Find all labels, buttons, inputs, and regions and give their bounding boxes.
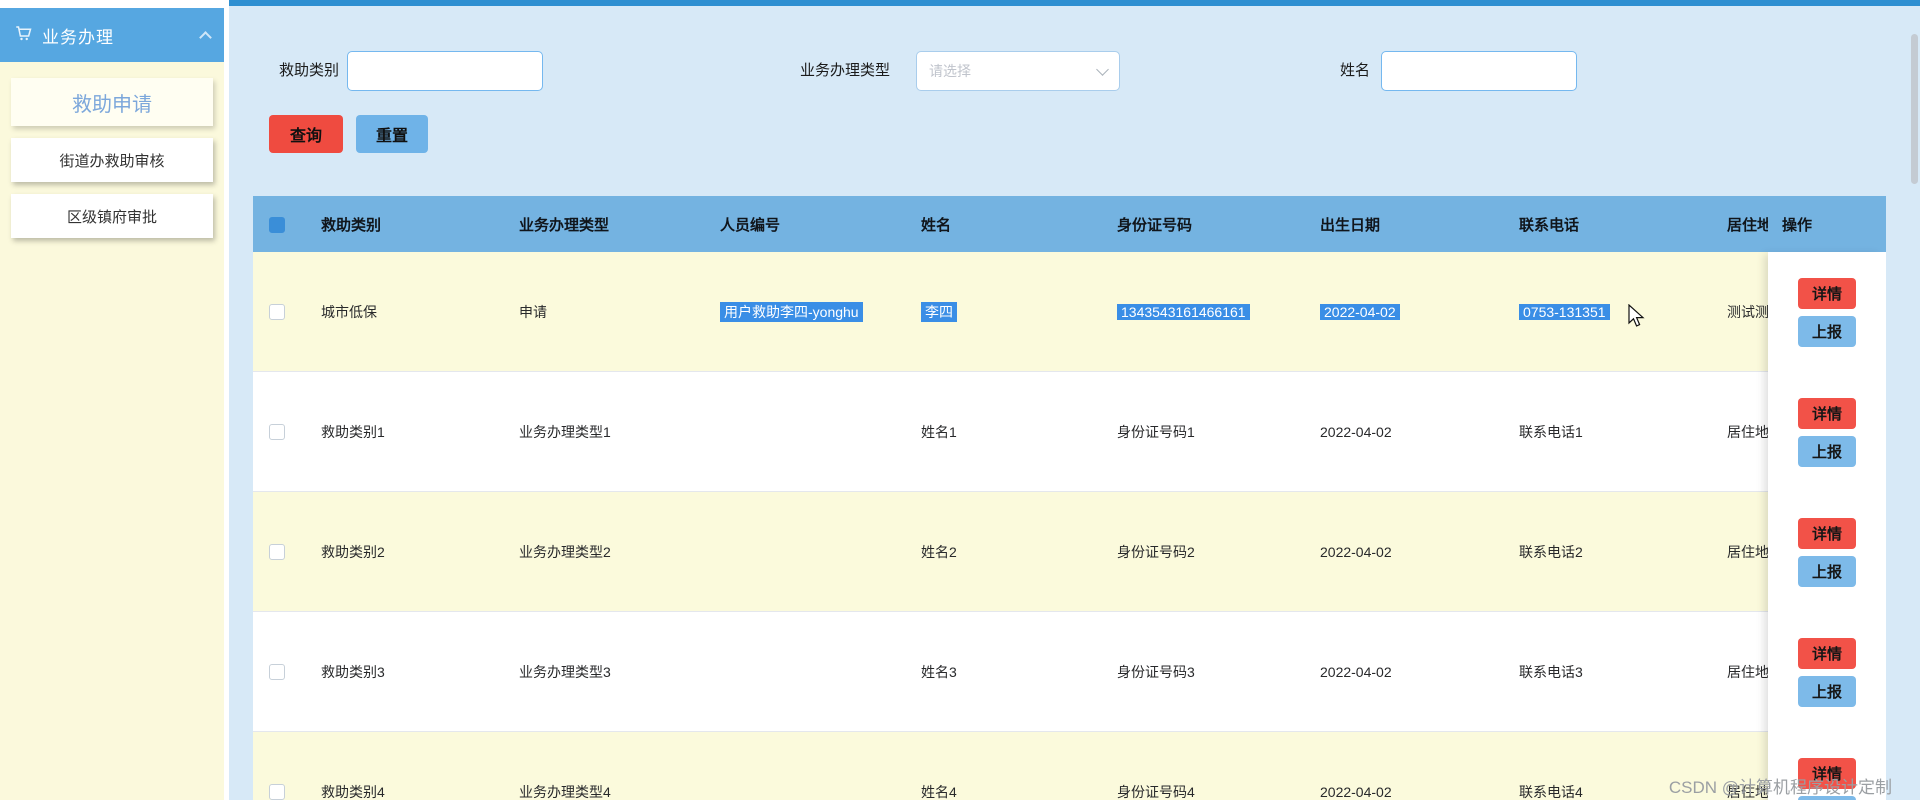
sidebar-menu: 救助申请 街道办救助审核 区级镇府审批 [0, 62, 224, 254]
cell-phone: 联系电话2 [1519, 543, 1583, 560]
column-header-type: 业务办理类型 [519, 216, 610, 234]
cell-type: 业务办理类型3 [519, 663, 611, 680]
table-row: 救助类别3 业务办理类型3 姓名3 身份证号码3 2022-04-02 联系电话… [253, 612, 1886, 732]
sidebar-item-label: 救助申请 [72, 93, 152, 116]
cell-birth-date: 2022-04-02 [1320, 423, 1392, 440]
cell-birth-date: 2022-04-02 [1320, 783, 1392, 800]
cell-person-id: 用户救助李四-yonghu [706, 301, 907, 322]
table-actions-column: 详情 上报 详情 上报 详情 上报 详情 上报 详情 上报 [1768, 252, 1886, 800]
table-row: 救助类别1 业务办理类型1 姓名1 身份证号码1 2022-04-02 联系电话… [253, 372, 1886, 492]
cell-name: 姓名1 [921, 423, 957, 440]
main-content: 救助类别 业务办理类型 请选择 姓名 查询 重置 救助类别 业务办理类型 人员编… [229, 6, 1920, 800]
cell-name: 姓名2 [921, 543, 957, 560]
table-row: 城市低保 申请 用户救助李四-yonghu 李四 134354316146616… [253, 252, 1886, 372]
cell-type: 业务办理类型1 [519, 423, 611, 440]
row-actions: 详情 上报 [1768, 612, 1886, 732]
cell-category: 救助类别4 [321, 783, 385, 800]
row-actions: 详情 上报 [1768, 372, 1886, 492]
sidebar-item-rescue-apply[interactable]: 救助申请 [11, 78, 213, 126]
data-table: 救助类别 业务办理类型 人员编号 姓名 身份证号码 出生日期 联系电话 居住地 … [253, 196, 1886, 800]
detail-button[interactable]: 详情 [1798, 277, 1856, 309]
column-header-name: 姓名 [921, 216, 952, 234]
app-root: 业务办理 救助申请 街道办救助审核 区级镇府审批 救助类别 业务办理类型 请选择… [0, 0, 1920, 800]
report-button[interactable]: 上报 [1798, 555, 1856, 587]
row-checkbox[interactable] [269, 664, 285, 681]
table-row: 救助类别2 业务办理类型2 姓名2 身份证号码2 2022-04-02 联系电话… [253, 492, 1886, 612]
cell-type: 业务办理类型2 [519, 543, 611, 560]
chevron-up-icon [199, 30, 212, 44]
cell-id-number: 身份证号码2 [1117, 543, 1195, 560]
watermark-text: CSDN @计算机程序设计定制 [1668, 778, 1892, 797]
row-checkbox[interactable] [269, 784, 285, 800]
select-placeholder: 请选择 [929, 63, 971, 79]
sidebar-item-district-approval[interactable]: 区级镇府审批 [11, 194, 213, 238]
column-header-phone: 联系电话 [1519, 216, 1580, 234]
table-row: 救助类别4 业务办理类型4 姓名4 身份证号码4 2022-04-02 联系电话… [253, 732, 1886, 800]
cell-id-number: 身份证号码1 [1117, 423, 1195, 440]
row-checkbox[interactable] [269, 424, 285, 441]
column-header-address: 居住地 [1727, 216, 1768, 234]
cell-phone: 0753-131351 [1505, 303, 1713, 320]
report-button[interactable]: 上报 [1798, 315, 1856, 347]
cell-birth-date: 2022-04-02 [1320, 543, 1392, 560]
cell-category: 救助类别2 [321, 543, 385, 560]
sidebar-header-label: 业务办理 [42, 27, 114, 47]
cell-address: 居住地址2 [1727, 543, 1768, 560]
cell-category: 城市低保 [321, 303, 377, 320]
chevron-down-icon [1096, 62, 1109, 76]
cell-type: 申请 [519, 303, 547, 320]
cell-name: 李四 [907, 301, 1103, 322]
column-header-person-id: 人员编号 [720, 216, 781, 234]
report-button[interactable]: 上报 [1798, 675, 1856, 707]
business-type-label: 业务办理类型 [800, 62, 891, 79]
column-header-operation: 操作 [1782, 216, 1813, 234]
cell-address: 居住地址1 [1727, 423, 1768, 440]
sidebar-item-street-review[interactable]: 街道办救助审核 [11, 138, 213, 182]
cell-phone: 联系电话1 [1519, 423, 1583, 440]
cell-id-number: 1343543161466161 [1103, 303, 1306, 320]
cell-name: 姓名3 [921, 663, 957, 680]
sidebar: 业务办理 救助申请 街道办救助审核 区级镇府审批 [0, 8, 224, 800]
business-type-select[interactable]: 请选择 [916, 51, 1120, 91]
cell-id-number: 身份证号码3 [1117, 663, 1195, 680]
sidebar-item-label: 区级镇府审批 [66, 208, 157, 226]
cell-category: 救助类别1 [321, 423, 385, 440]
table-header: 救助类别 业务办理类型 人员编号 姓名 身份证号码 出生日期 联系电话 居住地 … [253, 196, 1886, 252]
rescue-category-input[interactable] [347, 51, 543, 91]
cell-birth-date: 2022-04-02 [1320, 663, 1392, 680]
top-left-corner [0, 0, 224, 8]
detail-button[interactable]: 详情 [1798, 517, 1856, 549]
sidebar-item-label: 街道办救助审核 [59, 152, 165, 170]
cell-phone: 联系电话3 [1519, 663, 1583, 680]
search-button[interactable]: 查询 [269, 115, 343, 153]
scrollbar-thumb[interactable] [1911, 34, 1918, 184]
select-all-checkbox[interactable] [269, 216, 285, 233]
cell-name: 姓名4 [921, 783, 957, 800]
reset-button[interactable]: 重置 [356, 115, 428, 153]
sidebar-header[interactable]: 业务办理 [0, 8, 224, 62]
column-header-category: 救助类别 [321, 216, 382, 234]
column-header-birth-date: 出生日期 [1320, 216, 1381, 234]
cell-category: 救助类别3 [321, 663, 385, 680]
row-actions: 详情 上报 [1768, 492, 1886, 612]
cell-birth-date: 2022-04-02 [1306, 303, 1505, 320]
row-checkbox[interactable] [269, 544, 285, 561]
name-input[interactable] [1381, 51, 1577, 91]
detail-button[interactable]: 详情 [1798, 637, 1856, 669]
cart-icon [14, 24, 32, 47]
rescue-category-label: 救助类别 [279, 62, 340, 79]
cell-id-number: 身份证号码4 [1117, 783, 1195, 800]
row-checkbox[interactable] [269, 304, 285, 321]
name-label: 姓名 [1340, 62, 1371, 79]
column-header-id-number: 身份证号码 [1117, 216, 1193, 234]
detail-button[interactable]: 详情 [1798, 397, 1856, 429]
cell-type: 业务办理类型4 [519, 783, 611, 800]
row-actions: 详情 上报 [1768, 252, 1886, 372]
cell-address: 居住地址3 [1727, 663, 1768, 680]
cell-address: 测试测试 [1727, 303, 1768, 320]
table-body: 城市低保 申请 用户救助李四-yonghu 李四 134354316146616… [253, 252, 1886, 800]
report-button[interactable]: 上报 [1798, 435, 1856, 467]
